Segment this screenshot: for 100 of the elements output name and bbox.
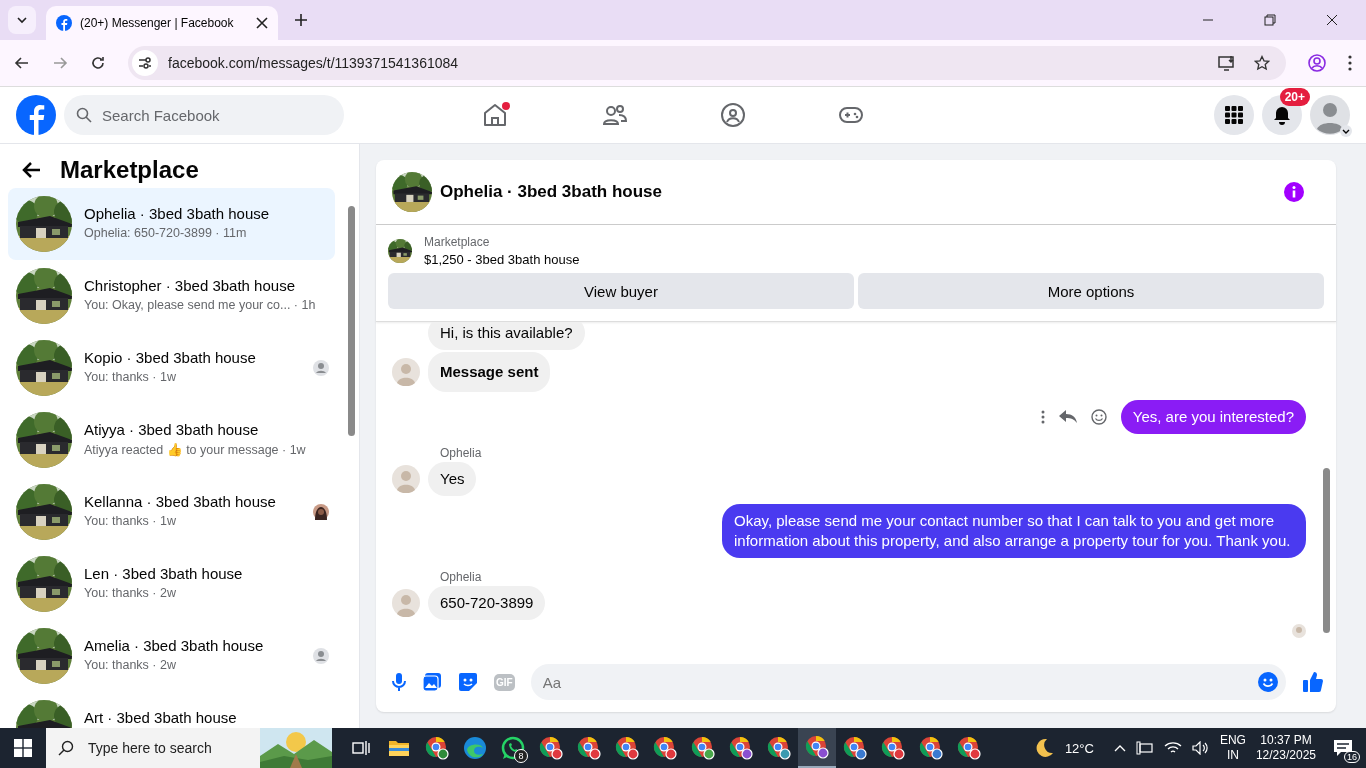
browser-tab[interactable]: (20+) Messenger | Facebook: [46, 6, 278, 40]
home-icon[interactable]: [482, 102, 510, 128]
conversation-preview: You: thanks · 2w: [84, 658, 177, 672]
address-field[interactable]: facebook.com/messages/t/1139371541361084: [128, 46, 1286, 80]
conversation-name: Ophelia · 3bed 3bath house: [84, 205, 271, 222]
conversation-preview: Atiyya reacted 👍 to your message · 1w: [84, 442, 307, 457]
conversation-preview: You: Okay, please send me your co... · 1h: [84, 298, 317, 312]
facebook-logo-icon[interactable]: [16, 95, 56, 135]
info-icon[interactable]: [1284, 182, 1304, 202]
sticker-icon[interactable]: [458, 672, 478, 692]
photo-icon[interactable]: [422, 672, 442, 692]
back-icon[interactable]: [22, 161, 42, 179]
reply-icon[interactable]: [1058, 410, 1077, 424]
battery-icon[interactable]: [1135, 741, 1154, 755]
whatsapp-icon: [501, 736, 525, 760]
conversation-name: Kopio · 3bed 3bath house: [84, 349, 257, 366]
sidebar-title: Marketplace: [60, 156, 199, 184]
menu-icon[interactable]: [1348, 55, 1352, 71]
speaker-icon[interactable]: [1191, 741, 1210, 755]
taskbar-app[interactable]: [798, 728, 836, 768]
friends-icon[interactable]: [602, 103, 628, 127]
folder-icon: [388, 739, 410, 757]
search-field[interactable]: Search Facebook: [100, 105, 332, 125]
thumbs-up-icon[interactable]: [1302, 671, 1324, 693]
listing-title: $1,250 - 3bed 3bath house: [424, 252, 580, 267]
listing-label: Marketplace: [424, 235, 491, 249]
message-field[interactable]: Aa: [540, 672, 1258, 692]
grid-icon: [1225, 106, 1243, 124]
weather-temperature[interactable]: 12°C: [1064, 740, 1094, 756]
conversation-preview: Ophelia: 650-720-3899 · 11m: [84, 226, 248, 240]
chrome-browser-icon: [919, 736, 943, 760]
clock[interactable]: 10:37 PM 12/23/2025: [1255, 733, 1316, 763]
chrome-browser-icon: [843, 736, 867, 760]
conversation-preview: You: thanks · 1w: [84, 370, 177, 384]
back-icon[interactable]: [14, 55, 30, 71]
tab-search-button[interactable]: [8, 6, 36, 34]
microphone-icon[interactable]: [392, 672, 406, 692]
avatar-icon: [392, 589, 420, 617]
conversation-item[interactable]: Amelia · 3bed 3bath house You: thanks · 2w: [8, 620, 335, 692]
action-button[interactable]: More options: [858, 273, 1324, 309]
message-bubble: Okay, please send me your contact number so that I can talk to you and get more information about this property, and also arrange a property tour for you. Thank you.: [722, 504, 1306, 558]
seen-avatar-icon: [1292, 624, 1306, 638]
conversation-item[interactable]: Ophelia · 3bed 3bath house Ophelia: 650-720-3899 · 11m: [8, 188, 335, 260]
sender-name: Ophelia: [440, 446, 483, 460]
avatar-icon: [392, 358, 420, 386]
reload-icon[interactable]: [90, 55, 106, 71]
notification-badge: 20+: [1279, 88, 1310, 106]
conversation-item[interactable]: Atiyya · 3bed 3bath house Atiyya reacted 👍 to your message · 1w: [8, 404, 335, 476]
account-button[interactable]: [1310, 95, 1350, 135]
message-field[interactable]: Aa: [530, 664, 1286, 700]
more-icon[interactable]: [1040, 410, 1045, 424]
wifi-icon[interactable]: [1163, 741, 1182, 755]
chrome-browser-icon: [881, 736, 905, 760]
taskbar-app[interactable]: 8: [494, 728, 532, 768]
chrome-browser-icon: [425, 736, 449, 760]
menu-button[interactable]: [1214, 95, 1254, 135]
site-settings-icon[interactable]: [137, 55, 153, 71]
conversation-name: Amelia · 3bed 3bath house: [84, 637, 265, 654]
avatar-icon: [1310, 95, 1350, 135]
search-field[interactable]: Search Facebook: [64, 95, 344, 135]
notification-count: 16: [1344, 751, 1360, 763]
message-bubble: 650-720-3899: [428, 586, 546, 620]
groups-icon[interactable]: [720, 102, 746, 128]
forward-icon[interactable]: [52, 55, 68, 71]
tab-title: (20+) Messenger | Facebook: [80, 16, 235, 30]
taskbar-search-field[interactable]: Type here to search: [46, 728, 332, 768]
emoji-icon[interactable]: [1090, 409, 1107, 425]
gamepad-icon[interactable]: [838, 105, 864, 125]
profile-icon[interactable]: [1308, 54, 1326, 72]
close-icon[interactable]: [1326, 14, 1338, 26]
chrome-browser-icon: [653, 736, 677, 760]
chrome-browser-icon: [767, 736, 791, 760]
windows-start-icon[interactable]: [14, 739, 32, 757]
action-button[interactable]: View buyer: [388, 273, 854, 309]
message-bubble: Yes: [428, 462, 477, 496]
conversation-item[interactable]: Kopio · 3bed 3bath house You: thanks · 1w: [8, 332, 335, 404]
chrome-browser-icon: [729, 736, 753, 760]
conversation-preview: You: thanks · 2w: [84, 586, 177, 600]
chat-title: Ophelia · 3bed 3bath house: [440, 182, 662, 202]
bookmark-star-icon[interactable]: [1254, 55, 1270, 71]
conversation-name: Len · 3bed 3bath house: [84, 565, 244, 582]
conversation-item[interactable]: Len · 3bed 3bath house You: thanks · 2w: [8, 548, 335, 620]
close-icon[interactable]: [256, 17, 268, 29]
edge-browser-icon: [463, 736, 487, 760]
conversation-item[interactable]: Christopher · 3bed 3bath house You: Okay, please send me your co... · 1h: [8, 260, 335, 332]
language-indicator[interactable]: ENG IN: [1219, 733, 1246, 763]
emoji-icon[interactable]: [1258, 672, 1278, 692]
chrome-browser-icon: [615, 736, 639, 760]
sender-name: Ophelia: [440, 570, 483, 584]
chrome-browser-icon: [957, 736, 981, 760]
install-app-icon[interactable]: [1218, 55, 1236, 71]
restore-icon[interactable]: [1264, 14, 1276, 26]
new-tab-icon[interactable]: [294, 13, 308, 27]
search-icon: [76, 107, 92, 123]
conversation-item[interactable]: Kellanna · 3bed 3bath house You: thanks · 1w: [8, 476, 335, 548]
chevron-up-icon[interactable]: [1113, 744, 1126, 752]
search-icon: [58, 740, 74, 756]
chrome-browser-icon: [691, 736, 715, 760]
unread-badge: 8: [514, 749, 528, 763]
taskbar-search-field[interactable]: Type here to search: [86, 739, 248, 757]
